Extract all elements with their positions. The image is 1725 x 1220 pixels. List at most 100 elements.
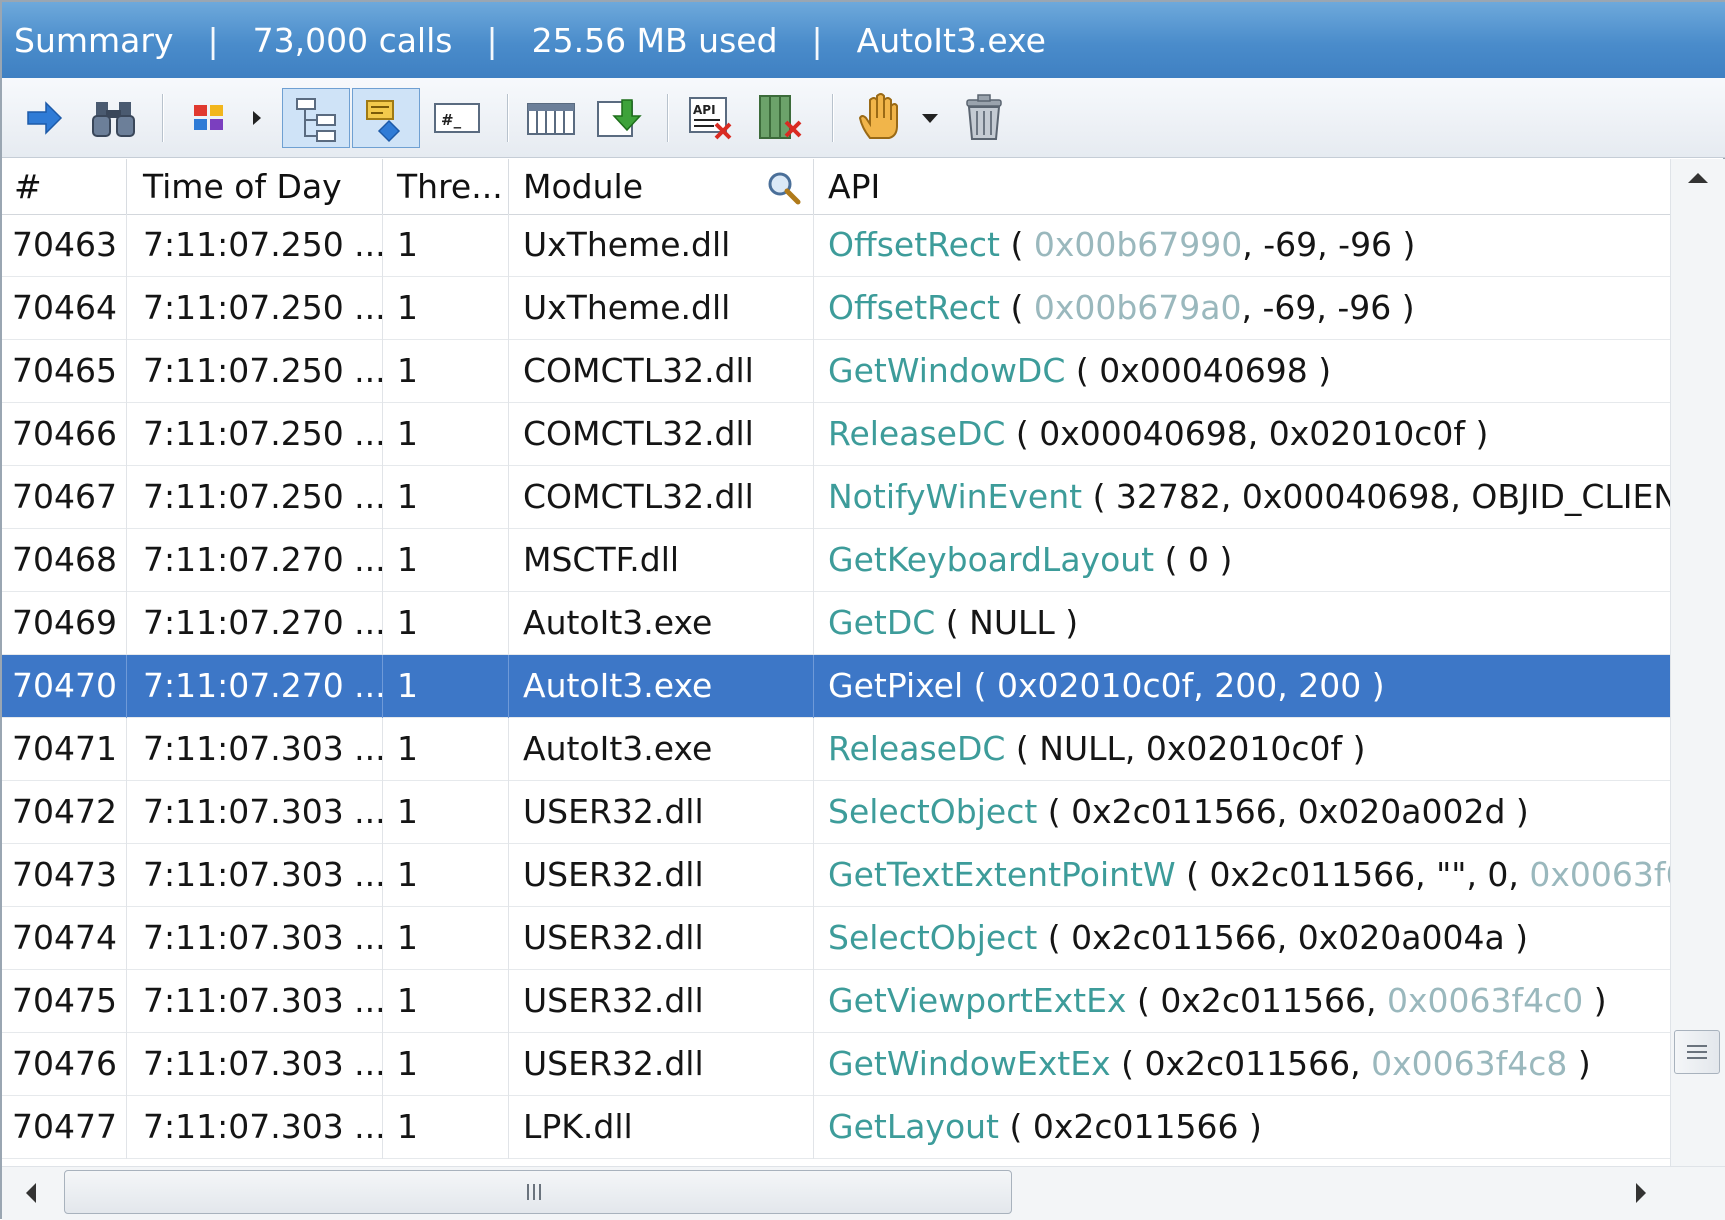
table-row[interactable]: 70464 7:11:07.250 ... 1 UxTheme.dll OffsetRe… <box>2 277 1670 340</box>
tree-view-button[interactable] <box>282 88 350 148</box>
thread-cell: 1 <box>383 718 509 781</box>
call-number-cell: 70471 <box>2 718 127 781</box>
table-row[interactable]: 70476 7:11:07.303 ... 1 USER32.dll GetWindow… <box>2 1033 1670 1096</box>
column-header-time[interactable]: Time of Day <box>127 159 383 214</box>
thread-cell: 1 <box>383 781 509 844</box>
vertical-scrollbar[interactable] <box>1670 159 1725 1166</box>
time-cell: 7:11:07.303 ... <box>127 844 383 907</box>
table-row[interactable]: 70468 7:11:07.270 ... 1 MSCTF.dll GetKeyboar… <box>2 529 1670 592</box>
thread-cell: 1 <box>383 970 509 1033</box>
api-cell: ReleaseDC ( NULL, 0x02010c0f ) <box>814 718 1670 781</box>
trash-icon <box>966 94 1002 140</box>
column-header-number[interactable]: # <box>2 159 127 214</box>
svg-text:#_: #_ <box>441 111 462 129</box>
scroll-up-icon[interactable] <box>1671 159 1725 199</box>
go-arrow-button[interactable] <box>14 88 74 148</box>
time-cell: 7:11:07.303 ... <box>127 718 383 781</box>
module-cell: USER32.dll <box>509 907 814 970</box>
export-button[interactable] <box>590 88 650 148</box>
call-number-cell: 70468 <box>2 529 127 592</box>
time-cell: 7:11:07.270 ... <box>127 655 383 718</box>
time-cell: 7:11:07.303 ... <box>127 970 383 1033</box>
call-number-cell: 70470 <box>2 655 127 718</box>
thread-cell: 1 <box>383 340 509 403</box>
module-cell: AutoIt3.exe <box>509 592 814 655</box>
table-row[interactable]: 70463 7:11:07.250 ... 1 UxTheme.dll OffsetRe… <box>2 214 1670 277</box>
table-row[interactable]: 70466 7:11:07.250 ... 1 COMCTL32.dll Release… <box>2 403 1670 466</box>
column-header-module[interactable]: Module <box>509 159 814 214</box>
clear-api-button[interactable]: API <box>682 88 742 148</box>
process-name: AutoIt3.exe <box>856 20 1046 60</box>
thread-cell: 1 <box>383 529 509 592</box>
table-row[interactable]: 70471 7:11:07.303 ... 1 AutoIt3.exe ReleaseD… <box>2 718 1670 781</box>
table-row-selected[interactable]: 70470 7:11:07.270 ... 1 AutoIt3.exe GetPixel… <box>2 655 1670 718</box>
api-arguments: ( 0x00040698, 0x02010c0f ) <box>1005 414 1489 453</box>
api-arguments: , -69, -96 ) <box>1241 288 1415 327</box>
filter-dropdown-button[interactable] <box>246 88 268 148</box>
api-function-name: GetWindowExtEx <box>828 1044 1111 1083</box>
table-row[interactable]: 70473 7:11:07.303 ... 1 USER32.dll GetTextEx… <box>2 844 1670 907</box>
module-cell: UxTheme.dll <box>509 277 814 340</box>
toolbar-separator <box>162 94 164 142</box>
api-arguments: ( 0x2c011566, 0x020a004a ) <box>1037 918 1529 957</box>
module-cell: USER32.dll <box>509 970 814 1033</box>
column-header-thread[interactable]: Thre... <box>383 159 509 214</box>
find-button[interactable] <box>84 88 144 148</box>
thread-cell: 1 <box>383 844 509 907</box>
stop-capture-button[interactable] <box>850 88 910 148</box>
summary-separator: | <box>811 20 823 60</box>
api-function-name: GetDC <box>828 603 936 642</box>
color-filter-button[interactable] <box>180 88 240 148</box>
api-function-name: GetTextExtentPointW <box>828 855 1176 894</box>
table-row[interactable]: 70475 7:11:07.303 ... 1 USER32.dll GetViewpo… <box>2 970 1670 1033</box>
module-cell: COMCTL32.dll <box>509 466 814 529</box>
time-cell: 7:11:07.270 ... <box>127 592 383 655</box>
call-number-cell: 70464 <box>2 277 127 340</box>
module-cell: USER32.dll <box>509 781 814 844</box>
summary-separator: | <box>207 20 219 60</box>
api-delete-icon: API <box>689 97 732 140</box>
column-header-api[interactable]: API <box>814 159 1670 214</box>
clear-columns-button[interactable] <box>752 88 812 148</box>
table-row[interactable]: 70474 7:11:07.303 ... 1 USER32.dll SelectObj… <box>2 907 1670 970</box>
table-row[interactable]: 70467 7:11:07.250 ... 1 COMCTL32.dll NotifyW… <box>2 466 1670 529</box>
hand-icon <box>858 93 898 139</box>
call-number-cell: 70473 <box>2 844 127 907</box>
api-arguments: ( <box>999 288 1034 327</box>
call-number-cell: 70465 <box>2 340 127 403</box>
highlight-icon <box>366 100 401 143</box>
table-row[interactable]: 70477 7:11:07.303 ... 1 LPK.dll GetLayout ( … <box>2 1096 1670 1159</box>
thread-cell: 1 <box>383 592 509 655</box>
api-monitor-window: Summary | 73,000 calls | 25.56 MB used |… <box>0 0 1725 1220</box>
table-row[interactable]: 70465 7:11:07.250 ... 1 COMCTL32.dll GetWind… <box>2 340 1670 403</box>
columns-button[interactable] <box>520 88 580 148</box>
row-number-button[interactable]: #_ <box>427 88 487 148</box>
api-function-name: GetPixel <box>828 666 964 705</box>
table-row[interactable]: 70469 7:11:07.270 ... 1 AutoIt3.exe GetDC ( … <box>2 592 1670 655</box>
call-number-cell: 70474 <box>2 907 127 970</box>
call-number-cell: 70463 <box>2 214 127 277</box>
thread-cell: 1 <box>383 403 509 466</box>
api-cell: SelectObject ( 0x2c011566, 0x020a004a ) <box>814 907 1670 970</box>
binoculars-icon <box>92 102 135 137</box>
toolbar-separator <box>507 94 509 142</box>
delete-button[interactable] <box>954 88 1014 148</box>
triangle-right-icon <box>253 111 261 125</box>
api-arguments: ) <box>1567 1044 1591 1083</box>
arrow-right-icon <box>27 101 63 135</box>
magnifier-icon[interactable] <box>764 168 804 208</box>
thread-cell: 1 <box>383 466 509 529</box>
scroll-right-icon[interactable] <box>1622 1167 1662 1220</box>
api-function-name: OffsetRect <box>828 288 1000 327</box>
time-cell: 7:11:07.250 ... <box>127 214 383 277</box>
table-row[interactable]: 70472 7:11:07.303 ... 1 USER32.dll SelectObj… <box>2 781 1670 844</box>
call-number-cell: 70477 <box>2 1096 127 1159</box>
highlight-button[interactable] <box>352 88 420 148</box>
call-number-cell: 70467 <box>2 466 127 529</box>
scroll-left-icon[interactable] <box>12 1167 52 1220</box>
pointer-argument: 0x00b679a0 <box>1033 288 1242 327</box>
module-cell: AutoIt3.exe <box>509 718 814 781</box>
stop-dropdown-button[interactable] <box>917 88 943 148</box>
module-cell: AutoIt3.exe <box>509 655 814 718</box>
thread-cell: 1 <box>383 655 509 718</box>
